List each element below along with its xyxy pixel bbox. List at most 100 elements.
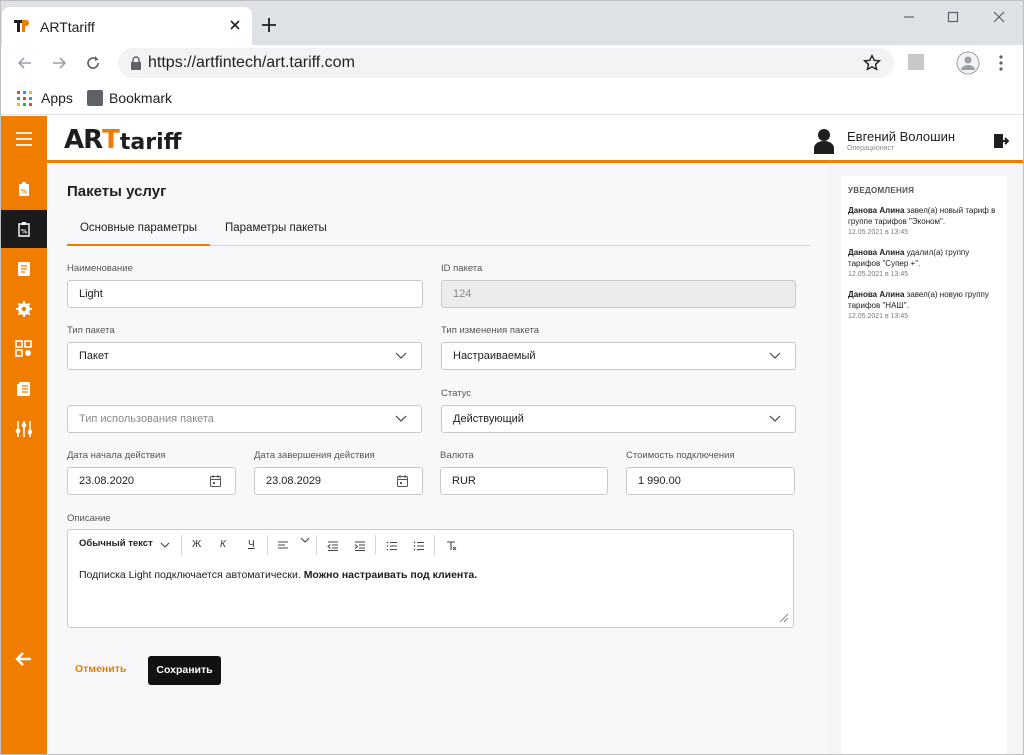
end-date-input[interactable]: 23.08.2029	[254, 467, 423, 495]
logout-icon[interactable]	[993, 133, 1009, 149]
tab-main-params[interactable]: Основные параметры	[67, 214, 210, 246]
tab-package-params[interactable]: Параметры пакеты	[225, 214, 327, 246]
settings-gear-icon	[16, 301, 32, 317]
usage-type-select[interactable]: Тип использования пакета	[67, 405, 422, 433]
notifications-panel: УВЕДОМЛЕНИЯ Данова Алина завел(а) новый …	[841, 176, 1007, 754]
bullet-list-icon[interactable]	[413, 541, 425, 551]
ordered-list-icon[interactable]	[386, 541, 398, 551]
user-avatar-icon	[814, 129, 834, 154]
menu-icon	[16, 132, 32, 146]
sidebar-item-settings[interactable]	[1, 290, 47, 328]
app-root: % % AR T tariff Евгений Волошин Операцио…	[1, 116, 1023, 754]
text-style-select[interactable]: Обычный текст	[79, 538, 153, 549]
chevron-down-icon	[395, 415, 407, 422]
new-tab-icon[interactable]	[259, 15, 279, 35]
profile-avatar-icon[interactable]	[956, 51, 980, 75]
chevron-down-icon[interactable]	[300, 537, 310, 543]
main-content: Пакеты услуг Основные параметры Параметр…	[47, 166, 827, 754]
tariff-tag-icon: %	[19, 182, 29, 196]
reload-icon[interactable]	[83, 53, 103, 73]
browser-menu-icon[interactable]	[991, 53, 1011, 73]
toolbar-divider	[434, 535, 435, 555]
currency-label: Валюта	[440, 450, 474, 461]
outdent-icon[interactable]	[327, 541, 339, 551]
start-date-label: Дата начала действия	[67, 450, 166, 461]
sidebar-item-filters[interactable]	[1, 410, 47, 448]
address-bar[interactable]: https://artfintech/art.tariff.com	[118, 48, 894, 78]
artariff-logo[interactable]: AR Ttariff	[64, 125, 181, 155]
name-label: Наименование	[67, 263, 133, 274]
logo-tariff: tariff	[119, 130, 182, 155]
notification-date: 12.05.2021 в 13:45	[848, 271, 909, 278]
calendar-icon[interactable]	[210, 475, 221, 487]
forward-icon[interactable]	[49, 53, 69, 73]
bookmark-item[interactable]: Bookmark	[109, 90, 172, 106]
description-text-bold: Можно настраивать под клиента.	[303, 569, 478, 581]
tab-close-icon[interactable]	[225, 15, 245, 35]
change-type-select[interactable]: Настраиваемый	[441, 342, 796, 370]
clear-format-icon[interactable]	[445, 541, 457, 551]
package-type-value: Пакет	[79, 350, 109, 362]
description-text-plain: Подписка Light подключается автоматическ…	[79, 569, 304, 581]
bookmark-folder-icon[interactable]	[87, 90, 103, 106]
toolbar-divider	[181, 535, 182, 555]
apps-grid-icon[interactable]	[17, 91, 32, 106]
notification-date: 12.05.2021 в 13:45	[848, 313, 909, 320]
status-select[interactable]: Действующий	[441, 405, 796, 433]
package-type-select[interactable]: Пакет	[67, 342, 422, 370]
package-type-label: Тип пакета	[67, 325, 115, 336]
indent-icon[interactable]	[354, 541, 366, 551]
grid-settings-icon	[15, 340, 32, 357]
status-label: Статус	[441, 388, 472, 399]
save-button[interactable]: Сохранить	[148, 656, 221, 685]
align-left-icon[interactable]	[277, 541, 289, 551]
start-date-input[interactable]: 23.08.2020	[67, 467, 236, 495]
bookmark-apps[interactable]: Apps	[41, 90, 73, 106]
window-close-icon[interactable]	[987, 7, 1011, 27]
underline-button[interactable]: Ч	[248, 539, 255, 550]
sidebar-item-documents[interactable]	[1, 250, 47, 288]
sidebar-collapse-button[interactable]	[1, 640, 47, 678]
resize-handle-icon[interactable]	[779, 613, 789, 623]
description-editor[interactable]: Обычный текст Ж К Ч Подписка Light подкл…	[67, 529, 794, 628]
currency-input[interactable]: RUR	[440, 467, 608, 495]
minimize-icon[interactable]	[897, 7, 921, 27]
maximize-icon[interactable]	[941, 7, 965, 27]
url-text: https://artfintech/art.tariff.com	[148, 54, 355, 71]
connection-cost-input[interactable]: 1 990.00	[626, 467, 795, 495]
notification-author: Данова Алина	[848, 248, 905, 257]
notification-item[interactable]: Данова Алина завел(а) новый тариф в груп…	[848, 206, 1000, 239]
tab-strip: ARTtariff	[1, 1, 1023, 45]
package-id-label: ID пакета	[441, 263, 483, 274]
connection-cost-label: Стоимость подключения	[626, 450, 735, 461]
lock-icon	[131, 56, 141, 70]
toolbar-divider	[375, 535, 376, 555]
description-text[interactable]: Подписка Light подключается автоматическ…	[79, 569, 477, 581]
cancel-button[interactable]: Отменить	[75, 663, 126, 675]
svg-text:%: %	[21, 229, 27, 236]
extension-icon[interactable]	[908, 54, 924, 70]
sidebar: % %	[1, 116, 47, 754]
start-date-value: 23.08.2020	[79, 475, 135, 487]
sidebar-item-journal[interactable]	[1, 370, 47, 408]
sidebar-item-tariffs[interactable]: %	[1, 170, 47, 208]
chevron-down-icon[interactable]	[160, 542, 170, 548]
editor-toolbar: Обычный текст Ж К Ч	[68, 530, 793, 561]
bookmark-star-icon[interactable]	[862, 53, 882, 73]
italic-button[interactable]: К	[220, 539, 226, 550]
sidebar-item-packages[interactable]: %	[1, 210, 47, 248]
name-input[interactable]: Light	[67, 280, 423, 308]
calendar-icon[interactable]	[397, 475, 408, 487]
sidebar-menu-toggle[interactable]	[1, 120, 47, 158]
bold-button[interactable]: Ж	[192, 539, 201, 550]
back-icon[interactable]	[15, 53, 35, 73]
chevron-down-icon	[769, 352, 781, 359]
browser-tab[interactable]: ARTtariff	[2, 7, 252, 45]
notification-item[interactable]: Данова Алина удалил(а) группу тарифов "С…	[848, 248, 1000, 281]
tab-title: ARTtariff	[40, 19, 95, 35]
notification-item[interactable]: Данова Алина завел(а) новую группу тариф…	[848, 290, 1000, 323]
sidebar-item-services[interactable]	[1, 330, 47, 368]
package-id-input: 124	[441, 280, 796, 308]
toolbar-divider	[316, 535, 317, 555]
toolbar-divider	[267, 535, 268, 555]
